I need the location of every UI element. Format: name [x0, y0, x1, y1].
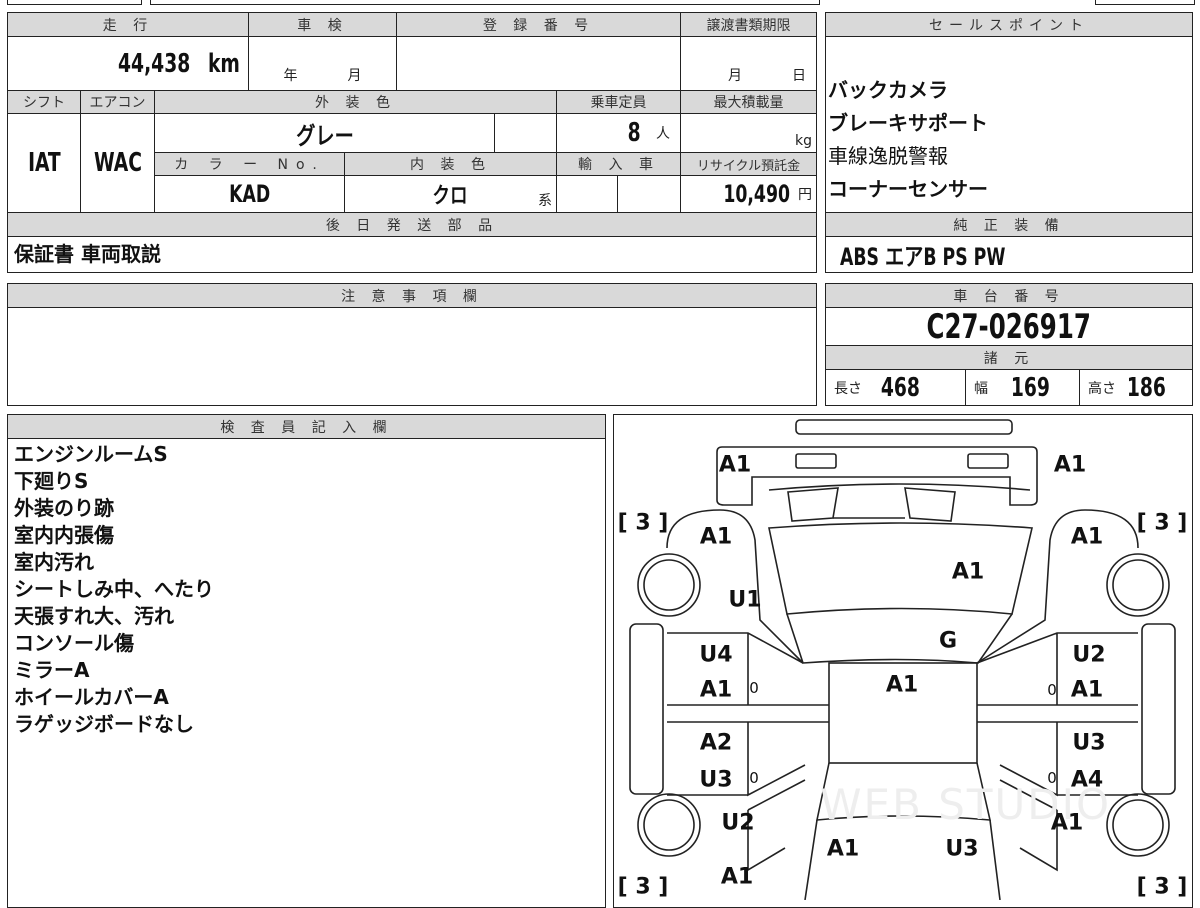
right-doors — [976, 632, 1138, 797]
damage-mark: A1 — [1070, 677, 1104, 703]
damage-mark: 0 — [749, 679, 759, 697]
damage-mark: A1 — [1070, 524, 1104, 550]
damage-mark: U3 — [1072, 730, 1106, 756]
damage-mark: A1 — [885, 672, 919, 698]
damage-mark: A2 — [699, 730, 733, 756]
damage-mark: A1 — [1053, 452, 1087, 478]
right-step — [1141, 623, 1176, 795]
damage-mark: [ 3 ] — [617, 510, 669, 536]
car-outline — [629, 419, 1176, 900]
damage-mark: [ 3 ] — [1136, 510, 1188, 536]
damage-mark: A1 — [951, 559, 985, 585]
damage-mark: 0 — [1047, 681, 1057, 699]
watermark: WEB STUDIO — [820, 780, 1112, 829]
left-doors — [667, 632, 829, 797]
damage-mark: U3 — [945, 836, 979, 862]
damage-mark: A1 — [699, 524, 733, 550]
fog-lamp — [795, 453, 837, 469]
damage-mark: [ 3 ] — [1136, 874, 1188, 900]
damage-mark: U2 — [721, 810, 755, 836]
damage-mark: A1 — [826, 836, 860, 862]
damage-mark: U3 — [699, 767, 733, 793]
damage-mark: A1 — [720, 864, 754, 890]
front-fenders — [666, 509, 1139, 664]
grille — [768, 483, 1031, 519]
damage-mark: U1 — [728, 587, 762, 613]
windshield — [786, 613, 1013, 664]
damage-mark: A1 — [699, 677, 733, 703]
hood — [768, 522, 1033, 615]
damage-mark: [ 3 ] — [617, 874, 669, 900]
damage-mark: U2 — [1072, 642, 1106, 668]
left-step — [629, 623, 664, 795]
rear-bumper — [795, 419, 1013, 435]
fog-lamp — [967, 453, 1009, 469]
front-bumper — [716, 446, 1038, 506]
headlights — [787, 487, 956, 522]
damage-mark: 0 — [749, 769, 759, 787]
damage-mark: U4 — [699, 642, 733, 668]
damage-mark: G — [938, 628, 958, 654]
damage-mark: A1 — [718, 452, 752, 478]
